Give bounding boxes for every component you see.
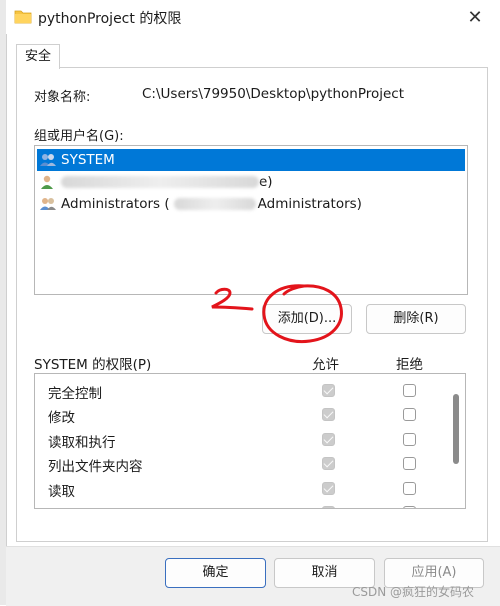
allow-checkbox[interactable] (322, 506, 335, 508)
allow-checkbox[interactable] (322, 482, 335, 495)
redacted-text (173, 198, 256, 210)
permission-name: 读取 (48, 484, 75, 500)
permission-name: 修改 (48, 410, 75, 426)
users-group-icon (40, 154, 56, 166)
permissions-list: 完全控制 修改 读取和执行 列出文件夹内容 读取 写入 (34, 373, 466, 509)
remove-button[interactable]: 删除(R) (366, 304, 466, 334)
list-item-administrators[interactable]: Administrators ( Administrators) (37, 193, 465, 215)
watermark: CSDN @疯狂的女码农 (352, 585, 475, 599)
tab-security[interactable]: 安全 (16, 44, 60, 69)
list-item-system[interactable]: SYSTEM (37, 149, 465, 171)
redacted-text (61, 176, 259, 188)
window-title: pythonProject 的权限 (38, 11, 182, 27)
deny-checkbox[interactable] (403, 408, 416, 421)
object-name-value: C:\Users\79950\Desktop\pythonProject (142, 86, 405, 102)
deny-checkbox[interactable] (403, 433, 416, 446)
close-icon: ✕ (467, 6, 483, 28)
groups-label: 组或用户名(G): (34, 129, 124, 144)
permission-row-read: 读取 (35, 477, 449, 501)
list-item-label: SYSTEM (61, 152, 115, 168)
permissions-label: SYSTEM 的权限(P) (34, 357, 152, 373)
permission-row-full-control: 完全控制 (35, 379, 449, 403)
deny-header: 拒绝 (396, 357, 423, 373)
list-item-label: e) (259, 174, 273, 190)
deny-checkbox[interactable] (403, 457, 416, 470)
allow-checkbox[interactable] (322, 433, 335, 446)
close-button[interactable]: ✕ (458, 3, 492, 31)
permission-name: 列出文件夹内容 (48, 459, 143, 475)
left-window-edge (0, 0, 7, 605)
permission-row-write: 写入 (35, 501, 449, 508)
deny-checkbox[interactable] (403, 506, 416, 508)
ok-button[interactable]: 确定 (165, 558, 266, 588)
list-item-user[interactable]: e) (37, 171, 465, 193)
permission-name: 完全控制 (48, 386, 102, 402)
permission-name: 写入 (48, 504, 75, 508)
deny-checkbox[interactable] (403, 384, 416, 397)
scrollbar-thumb[interactable] (453, 394, 459, 464)
permission-row-list-folder: 列出文件夹内容 (35, 452, 449, 476)
annotation-number-2 (211, 287, 254, 311)
groups-list[interactable]: SYSTEM e) Administrators ( Administrator… (34, 145, 468, 295)
list-item-label: Administrators) (257, 196, 362, 212)
user-icon (41, 175, 53, 189)
permission-row-read-execute: 读取和执行 (35, 428, 449, 452)
allow-checkbox[interactable] (322, 384, 335, 397)
permission-name: 读取和执行 (48, 435, 116, 451)
deny-checkbox[interactable] (403, 482, 416, 495)
annotation-circle (262, 284, 343, 344)
folder-icon (14, 10, 32, 24)
allow-checkbox[interactable] (322, 457, 335, 470)
allow-checkbox[interactable] (322, 408, 335, 421)
object-name-label: 对象名称: (34, 90, 91, 105)
allow-header: 允许 (312, 357, 339, 373)
list-item-label: Administrators ( (61, 196, 170, 212)
permission-row-modify: 修改 (35, 403, 449, 427)
users-group-icon (40, 198, 56, 210)
